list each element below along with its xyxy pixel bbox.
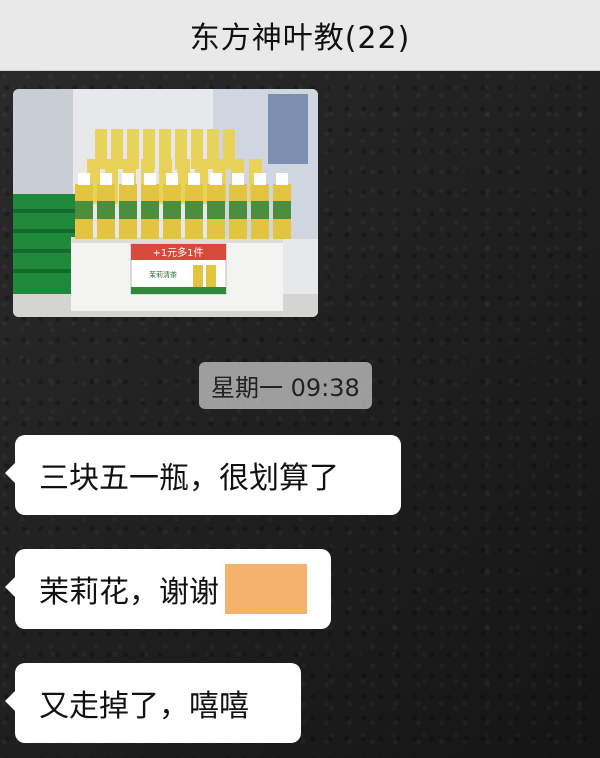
message-text: 又走掉了，嘻嘻 — [39, 689, 249, 724]
message-bubble[interactable]: 三块五一瓶，很划算了 — [5, 435, 401, 515]
redaction-block — [225, 564, 307, 614]
message-text: 茉莉花，谢谢 — [39, 575, 219, 610]
message-bubble[interactable]: 又走掉了，嘻嘻 — [5, 663, 301, 743]
message-timestamp: 星期一 09:38 — [199, 362, 372, 409]
photo-tea-bottles-display: +1元多1件 茉莉清茶 — [13, 89, 318, 317]
chat-title: 东方神叶教(22) — [189, 21, 411, 56]
image-message[interactable]: +1元多1件 茉莉清茶 — [13, 89, 318, 317]
message-text: 三块五一瓶，很划算了 — [39, 461, 339, 496]
promo-sign-text: +1元多1件 — [152, 246, 203, 259]
message-bubble[interactable]: 茉莉花，谢谢 — [5, 549, 331, 629]
chat-area[interactable]: +1元多1件 茉莉清茶 星期一 09:38 三块五一瓶，很划算了 茉莉花，谢谢 … — [0, 71, 600, 758]
promo-sign-subtext: 茉莉清茶 — [149, 270, 177, 279]
chat-header: 东方神叶教(22) — [0, 0, 600, 71]
